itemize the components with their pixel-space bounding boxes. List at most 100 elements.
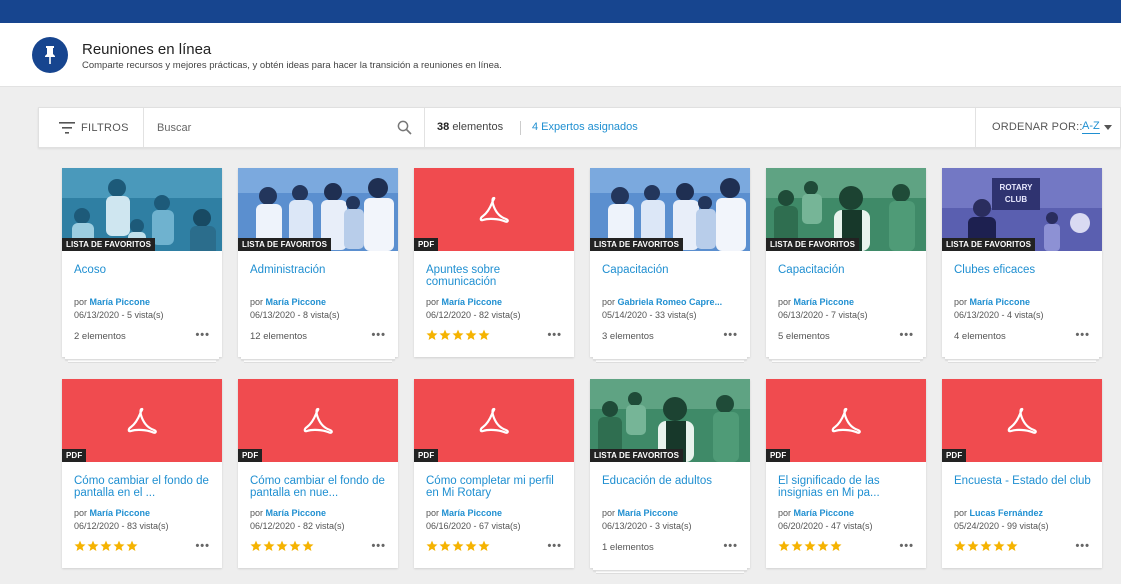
author-prefix: por xyxy=(778,508,792,518)
content-card[interactable]: LISTA DE FAVORITOS Acoso por María Picco… xyxy=(62,168,222,363)
card-thumbnail[interactable]: LISTA DE FAVORITOS xyxy=(238,168,398,251)
author-link[interactable]: María Piccone xyxy=(970,297,1031,307)
card-title[interactable]: Acoso xyxy=(74,264,214,276)
star-icon xyxy=(778,540,790,551)
card-title[interactable]: Cómo cambiar el fondo de pantalla en nue… xyxy=(250,475,390,499)
author-link[interactable]: María Piccone xyxy=(794,508,855,518)
content-card[interactable]: LISTA DE FAVORITOS Educación de adultos … xyxy=(590,379,750,574)
card-title[interactable]: El significado de las insignias en Mi pa… xyxy=(778,475,918,499)
chevron-down-icon[interactable] xyxy=(1104,125,1112,130)
card-title[interactable]: Clubes eficaces xyxy=(954,264,1094,276)
page-subtitle: Comparte recursos y mejores prácticas, y… xyxy=(82,60,502,71)
card-title[interactable]: Capacitación xyxy=(778,264,918,276)
svg-text:CLUB: CLUB xyxy=(1005,195,1027,204)
author-link[interactable]: María Piccone xyxy=(90,297,151,307)
search-icon[interactable] xyxy=(397,120,412,135)
card-item-count: 5 elementos xyxy=(778,331,830,342)
card-date-views: 06/12/2020 - 83 vista(s) xyxy=(74,521,169,531)
more-options-icon[interactable]: ••• xyxy=(899,330,914,341)
item-count: 38 elementos xyxy=(437,121,503,133)
content-card[interactable]: PDF El significado de las insignias en M… xyxy=(766,379,926,568)
more-options-icon[interactable]: ••• xyxy=(371,330,386,341)
card-date-views: 06/13/2020 - 3 vista(s) xyxy=(602,521,692,531)
filter-icon xyxy=(59,121,75,134)
more-options-icon[interactable]: ••• xyxy=(195,541,210,552)
more-options-icon[interactable]: ••• xyxy=(371,541,386,552)
card-title[interactable]: Capacitación xyxy=(602,264,742,276)
more-options-icon[interactable]: ••• xyxy=(547,541,562,552)
card-date-views: 06/13/2020 - 8 vista(s) xyxy=(250,310,340,320)
card-item-count: 4 elementos xyxy=(954,331,1006,342)
card-thumbnail[interactable]: PDF xyxy=(238,379,398,462)
filters-label: FILTROS xyxy=(81,121,129,134)
author-link[interactable]: María Piccone xyxy=(442,297,503,307)
card-thumbnail[interactable]: PDF xyxy=(942,379,1102,462)
content-card[interactable]: ROTARY CLUB LISTA DE FAVORITOS Clubes ef… xyxy=(942,168,1102,363)
content-card[interactable]: PDF Cómo cambiar el fondo de pantalla en… xyxy=(62,379,222,568)
item-count-label: elementos xyxy=(452,121,504,133)
card-author: por Lucas Fernández xyxy=(954,508,1043,518)
author-link[interactable]: María Piccone xyxy=(618,508,679,518)
more-options-icon[interactable]: ••• xyxy=(723,541,738,552)
content-card[interactable]: LISTA DE FAVORITOS Administración por Ma… xyxy=(238,168,398,363)
card-thumbnail[interactable]: LISTA DE FAVORITOS xyxy=(590,168,750,251)
more-options-icon[interactable]: ••• xyxy=(723,330,738,341)
author-link[interactable]: María Piccone xyxy=(266,508,327,518)
card-thumbnail[interactable]: PDF xyxy=(766,379,926,462)
more-options-icon[interactable]: ••• xyxy=(195,330,210,341)
card-thumbnail[interactable]: PDF xyxy=(414,379,574,462)
author-link[interactable]: María Piccone xyxy=(794,297,855,307)
card-date-views: 06/16/2020 - 67 vista(s) xyxy=(426,521,521,531)
star-icon xyxy=(1006,540,1018,551)
more-options-icon[interactable]: ••• xyxy=(899,541,914,552)
author-link[interactable]: María Piccone xyxy=(442,508,503,518)
author-link[interactable]: Gabriela Romeo Capre... xyxy=(618,297,723,307)
star-icon xyxy=(452,540,464,551)
author-link[interactable]: María Piccone xyxy=(266,297,327,307)
card-date-views: 05/24/2020 - 99 vista(s) xyxy=(954,521,1049,531)
card-thumbnail[interactable]: LISTA DE FAVORITOS xyxy=(62,168,222,251)
star-icon xyxy=(967,540,979,551)
card-title[interactable]: Encuesta - Estado del club xyxy=(954,475,1094,487)
pin-icon xyxy=(32,37,68,73)
card-thumbnail[interactable]: LISTA DE FAVORITOS xyxy=(766,168,926,251)
divider xyxy=(520,121,521,135)
search-input[interactable] xyxy=(157,118,387,137)
star-icon xyxy=(817,540,829,551)
content-card[interactable]: PDF Cómo cambiar el fondo de pantalla en… xyxy=(238,379,398,568)
card-title[interactable]: Educación de adultos xyxy=(602,475,742,487)
content-card[interactable]: LISTA DE FAVORITOS Capacitación por Marí… xyxy=(766,168,926,363)
sort-select[interactable]: A-Z xyxy=(1082,120,1100,134)
star-icon xyxy=(478,329,490,340)
card-type-badge: LISTA DE FAVORITOS xyxy=(766,238,860,251)
acrobat-pdf-icon xyxy=(831,407,861,434)
author-link[interactable]: María Piccone xyxy=(90,508,151,518)
rating-stars xyxy=(250,540,314,552)
rating-stars xyxy=(426,329,490,341)
star-icon xyxy=(74,540,86,551)
group-header: Reuniones en línea Comparte recursos y m… xyxy=(0,23,1121,87)
more-options-icon[interactable]: ••• xyxy=(1075,330,1090,341)
author-prefix: por xyxy=(954,508,968,518)
card-title[interactable]: Apuntes sobre comunicación xyxy=(426,264,566,288)
card-title[interactable]: Administración xyxy=(250,264,390,276)
assigned-experts-link[interactable]: 4 Expertos asignados xyxy=(532,121,638,133)
content-card[interactable]: PDF Encuesta - Estado del club por Lucas… xyxy=(942,379,1102,568)
star-icon xyxy=(250,540,262,551)
card-thumbnail[interactable]: PDF xyxy=(62,379,222,462)
filters-button[interactable]: FILTROS xyxy=(39,108,144,147)
card-date-views: 06/12/2020 - 82 vista(s) xyxy=(426,310,521,320)
author-link[interactable]: Lucas Fernández xyxy=(970,508,1044,518)
card-thumbnail[interactable]: ROTARY CLUB LISTA DE FAVORITOS xyxy=(942,168,1102,251)
card-thumbnail[interactable]: LISTA DE FAVORITOS xyxy=(590,379,750,462)
more-options-icon[interactable]: ••• xyxy=(547,330,562,341)
content-card[interactable]: PDF Cómo completar mi perfil en Mi Rotar… xyxy=(414,379,574,568)
card-title[interactable]: Cómo completar mi perfil en Mi Rotary xyxy=(426,475,566,499)
content-card[interactable]: LISTA DE FAVORITOS Capacitación por Gabr… xyxy=(590,168,750,363)
star-icon xyxy=(276,540,288,551)
card-title[interactable]: Cómo cambiar el fondo de pantalla en el … xyxy=(74,475,214,499)
more-options-icon[interactable]: ••• xyxy=(1075,541,1090,552)
card-date-views: 06/13/2020 - 5 vista(s) xyxy=(74,310,164,320)
content-card[interactable]: PDF Apuntes sobre comunicación por María… xyxy=(414,168,574,357)
card-thumbnail[interactable]: PDF xyxy=(414,168,574,251)
